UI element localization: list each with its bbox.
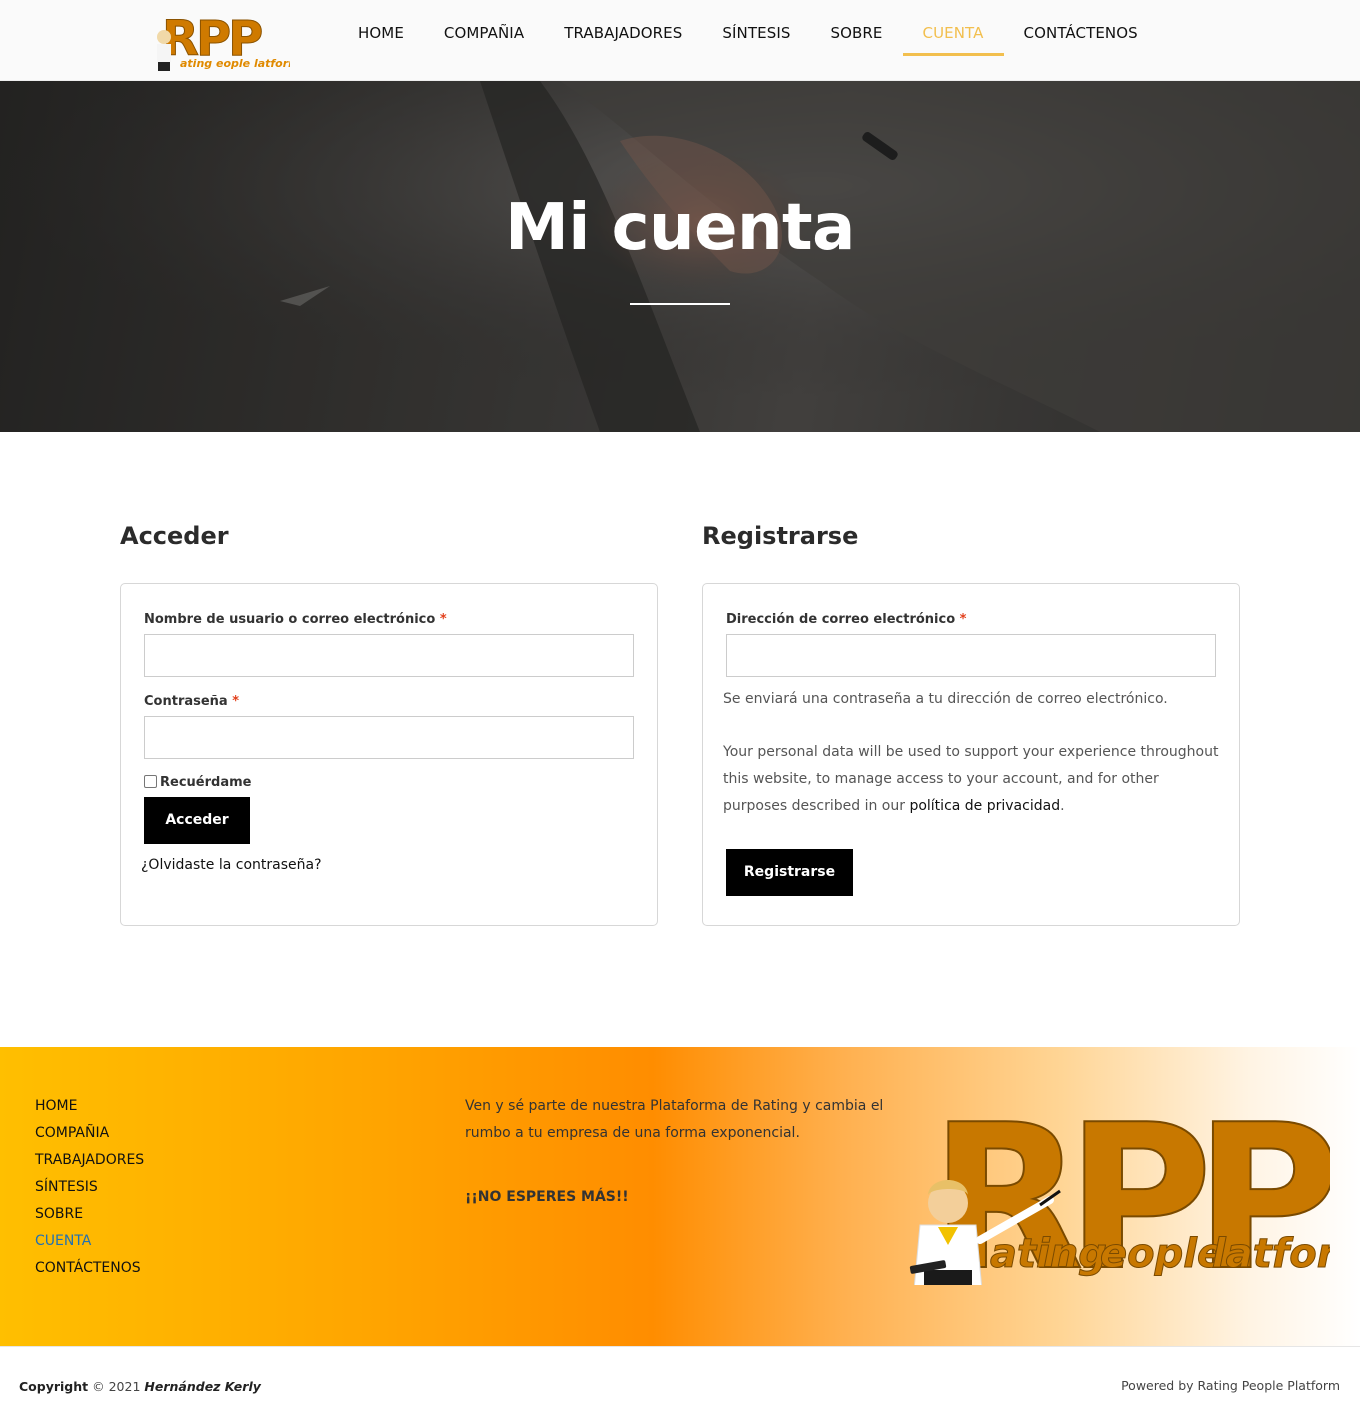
bottom-bar: Copyright © 2021 Hernández Kerly Powered… [0, 1346, 1360, 1426]
footer-nav-trabajadores[interactable]: TRABAJADORES [35, 1147, 144, 1174]
username-input[interactable] [144, 634, 634, 677]
required-mark: * [232, 694, 240, 709]
nav-trabajadores[interactable]: TRABAJADORES [544, 0, 702, 81]
svg-text:latform: latform [1212, 1231, 1330, 1277]
footer-nav-sintesis[interactable]: SÍNTESIS [35, 1174, 144, 1201]
title-underline [630, 303, 730, 305]
email-label: Dirección de correo electrónico * [726, 612, 967, 627]
nav-sintesis[interactable]: SÍNTESIS [702, 0, 810, 81]
register-title: Registrarse [702, 522, 859, 550]
site-footer: HOME COMPAÑIA TRABAJADORES SÍNTESIS SOBR… [0, 1047, 1360, 1346]
remember-checkbox[interactable] [144, 775, 157, 788]
footer-nav-sobre[interactable]: SOBRE [35, 1201, 144, 1228]
lost-password-link[interactable]: ¿Olvidaste la contraseña? [141, 852, 322, 879]
svg-text:ating eople latform: ating eople latform [180, 57, 290, 70]
required-mark: * [959, 612, 967, 627]
site-header: RPP ating eople latform HOME COMPAÑIA TR… [0, 0, 1360, 81]
hero-banner: Mi cuenta [0, 81, 1360, 432]
password-input[interactable] [144, 716, 634, 759]
email-input[interactable] [726, 634, 1216, 677]
page-title: Mi cuenta [505, 191, 855, 265]
footer-nav-cuenta[interactable]: CUENTA [35, 1228, 144, 1255]
nav-sobre[interactable]: SOBRE [810, 0, 902, 81]
author-name: Hernández Kerly [144, 1379, 261, 1394]
powered-by: Powered by Rating People Platform [1121, 1378, 1340, 1393]
svg-text:ating: ating [990, 1231, 1107, 1277]
svg-text:eople: eople [1100, 1231, 1224, 1277]
register-form: Dirección de correo electrónico * Se env… [702, 583, 1240, 926]
required-mark: * [439, 612, 447, 627]
footer-rpp-logo-icon: RPP ating eople latform [909, 1095, 1330, 1285]
main-nav: HOME COMPAÑIA TRABAJADORES SÍNTESIS SOBR… [338, 0, 1158, 81]
login-form: Nombre de usuario o correo electrónico *… [120, 583, 658, 926]
username-label: Nombre de usuario o correo electrónico * [144, 612, 447, 627]
copyright-notice: Copyright © 2021 Hernández Kerly [19, 1379, 261, 1394]
footer-nav-compania[interactable]: COMPAÑIA [35, 1120, 144, 1147]
privacy-notice: Your personal data will be used to suppo… [723, 744, 1219, 814]
remember-label[interactable]: Recuérdame [160, 775, 251, 790]
login-title: Acceder [120, 522, 229, 550]
footer-nav-contactenos[interactable]: CONTÁCTENOS [35, 1255, 144, 1282]
site-logo[interactable]: RPP ating eople latform [150, 7, 300, 73]
privacy-policy-link[interactable]: política de privacidad [909, 798, 1060, 814]
nav-contactenos[interactable]: CONTÁCTENOS [1004, 0, 1158, 81]
nav-compania[interactable]: COMPAÑIA [424, 0, 544, 81]
nav-cuenta[interactable]: CUENTA [902, 0, 1004, 81]
footer-cta: ¡¡NO ESPERES MÁS!! [465, 1189, 629, 1205]
footer-description: Ven y sé parte de nuestra Plataforma de … [465, 1098, 884, 1141]
password-label: Contraseña * [144, 694, 240, 709]
footer-nav-home[interactable]: HOME [35, 1093, 144, 1120]
password-note: Se enviará una contraseña a tu dirección… [723, 691, 1168, 707]
login-button[interactable]: Acceder [144, 797, 250, 844]
nav-home[interactable]: HOME [338, 0, 424, 81]
rpp-logo-icon: RPP ating eople latform [157, 11, 300, 71]
register-button[interactable]: Registrarse [726, 849, 853, 896]
footer-nav: HOME COMPAÑIA TRABAJADORES SÍNTESIS SOBR… [35, 1093, 144, 1282]
